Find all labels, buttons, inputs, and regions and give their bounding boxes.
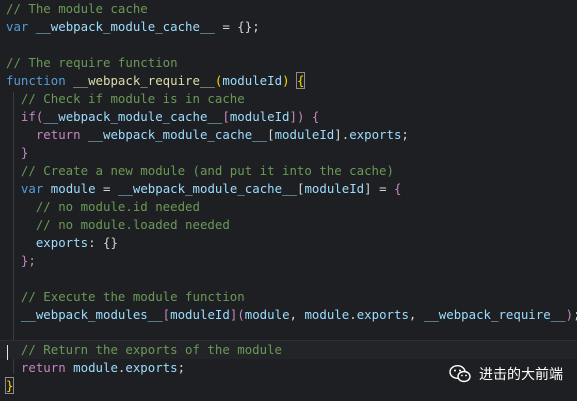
code-line-7: if(__webpack_module_cache__[moduleId]) {: [20, 109, 320, 124]
code-line-14: exports: {}: [35, 235, 118, 250]
matched-brace: {: [295, 72, 306, 89]
property: exports: [356, 307, 409, 322]
identifier: module: [73, 360, 118, 375]
code-line-2: var __webpack_module_cache__ = {};: [0, 18, 577, 36]
comment: // Execute the module function: [20, 289, 245, 304]
identifier: __webpack_module_cache__: [88, 127, 268, 142]
comment: // Create a new module (and put it into …: [20, 163, 394, 178]
code-line-18: __webpack_modules__[moduleId](module, mo…: [20, 307, 577, 322]
property: exports: [35, 235, 89, 250]
code-editor[interactable]: // The module cache var __webpack_module…: [0, 0, 577, 401]
code-line-15: };: [0, 252, 577, 270]
keyword: if: [20, 109, 36, 124]
code-line-4: // The require function: [0, 54, 577, 72]
identifier: module: [244, 307, 290, 322]
code-line-9: }: [0, 144, 577, 162]
code-line-10: // Create a new module (and put it into …: [0, 162, 577, 180]
brace: };: [20, 253, 36, 268]
identifier: __webpack_module_cache__: [117, 181, 297, 196]
code-line-20: // Return the exports of the module: [0, 341, 577, 359]
punctuation: = {};: [214, 19, 260, 34]
identifier: moduleId: [304, 181, 365, 196]
text-cursor: [7, 345, 8, 360]
identifier: __webpack_module_cache__: [35, 19, 215, 34]
code-line-1: // The module cache: [0, 0, 577, 18]
identifier: moduleId: [229, 109, 290, 124]
comment: // no module.loaded needed: [35, 217, 230, 232]
keyword: function: [6, 73, 66, 88]
code-line-5: function __webpack_require__(moduleId) {: [6, 72, 306, 89]
identifier: module: [50, 181, 96, 196]
property: exports: [125, 360, 178, 375]
identifier: moduleId: [170, 307, 230, 322]
matched-brace: }: [4, 377, 15, 394]
comment: // Check if module is in cache: [20, 91, 245, 106]
property: exports: [349, 127, 402, 142]
watermark-label: 进击的大前端: [479, 367, 563, 383]
code-line-17: // Execute the module function: [0, 288, 577, 306]
brace: }: [20, 145, 29, 160]
code-line-6: // Check if module is in cache: [0, 90, 577, 108]
identifier: __webpack_require__: [423, 307, 566, 322]
comment: // no module.id needed: [35, 199, 200, 214]
identifier: module: [304, 307, 350, 322]
parameter: moduleId: [222, 73, 283, 88]
function-name: __webpack_require__: [73, 73, 215, 88]
comment: // Return the exports of the module: [20, 342, 283, 357]
identifier: __webpack_modules__: [20, 307, 163, 322]
code-line-11: var module = __webpack_module_cache__[mo…: [20, 181, 402, 196]
keyword: return: [35, 127, 81, 142]
wechat-icon: [449, 364, 471, 383]
comment: // The module cache: [6, 1, 148, 16]
comment: // The require function: [6, 55, 178, 70]
identifier: __webpack_module_cache__: [43, 109, 223, 124]
watermark: 进击的大前端: [449, 360, 563, 388]
keyword: return: [20, 360, 66, 375]
keyword: var: [6, 19, 29, 34]
code-line-8: return __webpack_module_cache__[moduleId…: [35, 127, 409, 142]
code-line-13: // no module.loaded needed: [0, 216, 577, 234]
identifier: moduleId: [274, 127, 335, 142]
keyword: var: [20, 181, 44, 196]
code-line-12: // no module.id needed: [0, 198, 577, 216]
